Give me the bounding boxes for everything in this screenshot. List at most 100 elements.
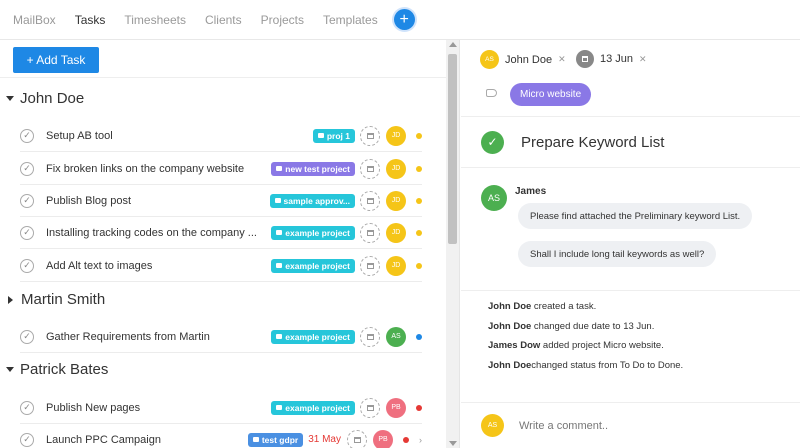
task-title[interactable]: Publish Blog post <box>46 195 270 207</box>
task-check-icon[interactable]: ✓ <box>20 128 34 143</box>
group-header-john-doe[interactable]: John Doe <box>6 90 84 107</box>
group-name: John Doe <box>20 90 85 107</box>
project-badge[interactable]: example project <box>271 329 355 344</box>
task-check-icon[interactable]: ✓ <box>20 400 34 415</box>
avatar[interactable]: JD <box>386 222 406 243</box>
nav-mailbox[interactable]: MailBox <box>13 13 56 27</box>
project-chip[interactable]: Micro website <box>510 83 592 106</box>
comment-author: James <box>515 186 547 197</box>
status-dot <box>416 132 422 139</box>
app-root: MailBox Tasks Timesheets Clients Project… <box>0 0 800 448</box>
avatar[interactable]: JD <box>386 190 406 211</box>
task-title[interactable]: Prepare Keyword List <box>521 134 664 151</box>
nav-clients[interactable]: Clients <box>205 13 242 27</box>
calendar-icon[interactable] <box>360 397 380 418</box>
avatar[interactable]: JD <box>386 158 406 179</box>
project-badge[interactable]: proj 1 <box>312 128 355 143</box>
project-badge[interactable]: new test project <box>271 161 355 176</box>
assignee-chip[interactable]: AS John Doe ✕ <box>480 50 566 69</box>
task-row[interactable]: ✓ Installing tracking codes on the compan… <box>20 217 422 249</box>
folder-icon <box>276 166 283 171</box>
calendar-icon[interactable] <box>360 255 380 276</box>
calendar-icon[interactable] <box>360 190 380 211</box>
vertical-scrollbar[interactable] <box>446 40 459 448</box>
avatar[interactable]: AS <box>386 326 406 347</box>
group-name: Patrick Bates <box>20 361 109 378</box>
nav-templates[interactable]: Templates <box>323 13 378 27</box>
task-toolbar: + Add Task <box>0 40 459 78</box>
activity-line: James Dow added project Micro website. <box>488 340 664 351</box>
due-date-chip[interactable]: 13 Jun ✕ <box>576 50 647 68</box>
group-header-patrick-bates[interactable]: Patrick Bates <box>6 361 108 378</box>
comment-input[interactable] <box>519 419 779 432</box>
task-row[interactable]: ✓ Gather Requirements from Martin example … <box>20 321 422 353</box>
nav-tasks[interactable]: Tasks <box>75 13 106 27</box>
completed-check-icon[interactable]: ✓ <box>481 130 504 154</box>
nav-projects[interactable]: Projects <box>261 13 304 27</box>
task-check-icon[interactable]: ✓ <box>20 432 34 447</box>
comment-bubble: Shall I include long tail keywords as we… <box>518 241 717 267</box>
task-list-panel: + Add Task John Doe ✓ Setup AB tool proj 1… <box>0 40 460 448</box>
calendar-icon[interactable] <box>347 429 367 448</box>
task-check-icon[interactable]: ✓ <box>20 258 34 273</box>
project-badge[interactable]: example project <box>271 225 355 240</box>
folder-icon <box>274 198 281 203</box>
task-title[interactable]: Add Alt text to images <box>46 260 271 272</box>
task-row[interactable]: ✓ Add Alt text to images example project JD <box>20 250 422 282</box>
status-dot <box>416 404 422 411</box>
avatar: AS <box>481 414 504 437</box>
activity-log <box>461 290 800 291</box>
chevron-right-icon[interactable]: › <box>419 435 422 445</box>
calendar-icon[interactable] <box>360 222 380 243</box>
task-check-icon[interactable]: ✓ <box>20 161 34 176</box>
project-badge[interactable]: example project <box>271 258 355 273</box>
task-row[interactable]: ✓ Setup AB tool proj 1 JD <box>20 120 422 152</box>
add-task-button[interactable]: + Add Task <box>13 47 99 73</box>
comment-bubble: Please find attached the Preliminary key… <box>518 203 753 229</box>
scroll-up-arrow-icon[interactable] <box>449 42 457 47</box>
task-check-icon[interactable]: ✓ <box>20 225 34 240</box>
status-dot <box>416 229 422 236</box>
project-badge[interactable]: test gdpr <box>247 432 304 447</box>
task-title[interactable]: Setup AB tool <box>46 130 313 142</box>
task-check-icon[interactable]: ✓ <box>20 329 34 344</box>
avatar[interactable]: JD <box>386 125 406 146</box>
task-title[interactable]: Gather Requirements from Martin <box>46 331 271 343</box>
status-dot <box>416 165 422 172</box>
project-badge[interactable]: example project <box>271 400 355 415</box>
scrollbar-thumb[interactable] <box>448 54 457 244</box>
calendar-icon[interactable] <box>360 125 380 146</box>
folder-icon <box>317 133 324 138</box>
remove-date-icon[interactable]: ✕ <box>639 54 647 65</box>
task-row[interactable]: ✓ Publish New pages example project PB <box>20 392 422 424</box>
calendar-icon[interactable] <box>360 326 380 347</box>
caret-down-icon <box>6 96 14 101</box>
task-row[interactable]: ✓ Launch PPC Campaign test gdpr 31 May PB › <box>20 424 422 448</box>
task-title[interactable]: Publish New pages <box>46 402 271 414</box>
remove-assignee-icon[interactable]: ✕ <box>558 54 566 65</box>
avatar[interactable]: PB <box>386 397 406 418</box>
task-meta: AS John Doe ✕ 13 Jun ✕ Micro website <box>461 40 800 110</box>
task-row[interactable]: ✓ Publish Blog post sample approv... JD <box>20 185 422 217</box>
task-title[interactable]: Fix broken links on the company website <box>46 163 271 175</box>
assignee-name: John Doe <box>505 53 553 66</box>
folder-icon <box>276 263 283 268</box>
task-title[interactable]: Installing tracking codes on the company… <box>46 227 271 239</box>
caret-right-icon <box>8 295 13 304</box>
task-title[interactable]: Launch PPC Campaign <box>46 434 248 446</box>
top-nav: MailBox Tasks Timesheets Clients Project… <box>0 0 800 40</box>
project-badge[interactable]: sample approv... <box>269 193 355 208</box>
status-dot <box>416 262 422 269</box>
group-header-martin-smith[interactable]: Martin Smith <box>6 291 105 308</box>
scroll-down-arrow-icon[interactable] <box>449 441 457 446</box>
task-header: ✓ Prepare Keyword List <box>461 116 800 168</box>
calendar-icon[interactable] <box>360 158 380 179</box>
add-new-button[interactable]: + <box>393 9 415 30</box>
task-row[interactable]: ✓ Fix broken links on the company website… <box>20 153 422 185</box>
folder-icon <box>276 334 283 339</box>
task-check-icon[interactable]: ✓ <box>20 193 34 208</box>
nav-timesheets[interactable]: Timesheets <box>124 13 186 27</box>
avatar[interactable]: PB <box>373 429 393 448</box>
avatar[interactable]: JD <box>386 255 406 276</box>
folder-icon <box>276 230 283 235</box>
